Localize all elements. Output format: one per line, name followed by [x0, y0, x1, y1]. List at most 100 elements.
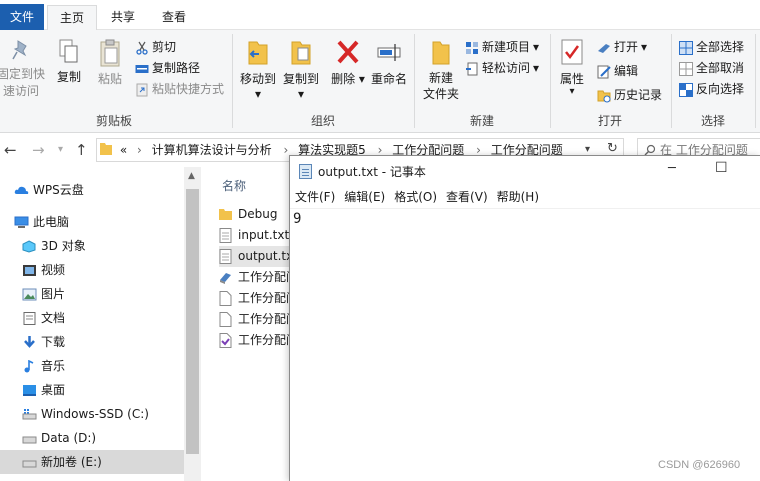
back-arrow-icon[interactable]: ←	[4, 141, 17, 159]
nav-item-music[interactable]: 音乐	[0, 354, 184, 378]
tab-view[interactable]: 查看	[150, 5, 198, 30]
move-to-icon	[248, 41, 268, 65]
scrollbar-thumb[interactable]	[186, 189, 199, 454]
picture-icon	[22, 288, 37, 300]
menu-edit[interactable]: 编辑(E)	[344, 186, 385, 208]
cut-button[interactable]: 剪切	[135, 37, 176, 58]
tab-home[interactable]: 主页	[47, 5, 97, 30]
tab-share[interactable]: 共享	[103, 5, 143, 30]
nav-item-downloads[interactable]: 下载	[0, 330, 184, 354]
open-button[interactable]: 打开 ▾	[597, 37, 647, 58]
pin-label-line2: 速访问	[2, 84, 39, 98]
recent-locations-chevron-icon[interactable]: ▾	[58, 144, 63, 155]
copy-label: 复制	[56, 70, 81, 84]
ribbon: 固定到快 速访问 复制 粘贴 剪切 复制路径 粘贴快捷方式 剪贴板 移动到 ▾ …	[0, 30, 760, 133]
nav-item-label: 3D 对象	[41, 239, 86, 253]
maximize-icon[interactable]: ☐	[715, 160, 728, 176]
easy-access-button[interactable]: 轻松访问 ▾	[465, 58, 539, 79]
new-folder-button[interactable]: 新建 文件夹	[420, 38, 462, 102]
pin-quick-access-button[interactable]: 固定到快 速访问	[0, 38, 46, 100]
copy-button[interactable]: 复制	[52, 38, 86, 85]
history-button[interactable]: 历史记录	[597, 85, 662, 106]
menu-view[interactable]: 查看(V)	[446, 186, 488, 208]
file-list: 名称 Debug input.txt output.txt 工作分配问题 工作分…	[203, 167, 303, 481]
notepad-title-bar[interactable]: output.txt - 记事本 ─ ☐	[290, 156, 760, 186]
nav-item-wps-cloud[interactable]: WPS云盘	[0, 178, 184, 202]
file-icon	[219, 312, 232, 327]
cube-icon	[22, 239, 36, 253]
nav-item-label: Windows-SSD (C:)	[41, 407, 149, 421]
nav-item-desktop[interactable]: 桌面	[0, 378, 184, 402]
breadcrumb-overflow[interactable]: «	[120, 143, 127, 157]
notepad-menu-bar: 文件(F) 编辑(E) 格式(O) 查看(V) 帮助(H)	[290, 186, 760, 208]
copy-to-button[interactable]: 复制到 ▾	[281, 38, 321, 101]
edit-icon	[597, 65, 611, 78]
nav-item-drive-d[interactable]: Data (D:)	[0, 426, 184, 450]
forward-arrow-icon[interactable]: →	[32, 141, 45, 159]
paste-button[interactable]: 粘贴	[92, 38, 128, 87]
select-all-button[interactable]: 全部选择	[679, 37, 744, 58]
notepad-content: 9	[293, 211, 302, 227]
new-item-button[interactable]: 新建项目 ▾	[465, 37, 539, 58]
copy-to-icon	[291, 41, 311, 65]
new-folder-icon	[432, 41, 450, 65]
nav-scrollbar[interactable]: ▲	[184, 167, 201, 481]
menu-file[interactable]: 文件(F)	[295, 186, 335, 208]
address-dropdown-icon[interactable]: ▾	[585, 144, 590, 155]
file-name: Debug	[238, 207, 278, 221]
column-header-name[interactable]: 名称	[222, 177, 246, 194]
copy-path-icon	[135, 64, 149, 73]
copy-path-label: 复制路径	[152, 61, 201, 75]
rename-button[interactable]: 重命名	[369, 38, 409, 87]
delete-x-icon	[337, 40, 359, 64]
paste-shortcut-label: 粘贴快捷方式	[152, 82, 225, 96]
nav-item-this-pc[interactable]: 此电脑	[0, 210, 184, 234]
pin-label-line1: 固定到快	[0, 67, 45, 81]
move-to-label: 移动到 ▾	[239, 72, 276, 101]
nav-item-drive-e[interactable]: 新加卷 (E:)	[0, 450, 184, 474]
download-arrow-icon	[24, 335, 35, 348]
music-note-icon	[24, 359, 34, 372]
drive-icon	[22, 436, 37, 443]
nav-item-3d-objects[interactable]: 3D 对象	[0, 234, 184, 258]
folder-icon	[219, 209, 232, 220]
nav-item-label: 视频	[41, 263, 66, 277]
folder-icon	[100, 143, 112, 155]
nav-item-drive-c[interactable]: Windows-SSD (C:)	[0, 402, 184, 426]
breadcrumb-item[interactable]: 计算机算法设计与分析	[152, 143, 272, 157]
scroll-up-icon[interactable]: ▲	[188, 171, 195, 181]
up-arrow-icon[interactable]: ↑	[75, 141, 88, 159]
invert-selection-label: 反向选择	[696, 82, 745, 96]
nav-item-label: WPS云盘	[33, 183, 84, 197]
paste-shortcut-button[interactable]: 粘贴快捷方式	[135, 79, 224, 100]
nav-item-videos[interactable]: 视频	[0, 258, 184, 282]
document-icon	[23, 311, 36, 325]
edit-button[interactable]: 编辑	[597, 61, 638, 82]
delete-label: 删除 ▾	[331, 72, 365, 86]
paste-shortcut-icon	[136, 83, 148, 96]
delete-button[interactable]: 删除 ▾	[331, 38, 365, 87]
group-divider	[755, 34, 756, 128]
copy-icon	[59, 39, 78, 63]
nav-item-documents[interactable]: 文档	[0, 306, 184, 330]
copy-path-button[interactable]: 复制路径	[135, 58, 200, 79]
select-none-button[interactable]: 全部取消	[679, 58, 744, 79]
nav-item-pictures[interactable]: 图片	[0, 282, 184, 306]
dropdown-arrow-icon: ▾	[533, 61, 540, 75]
tab-file[interactable]: 文件	[0, 4, 44, 30]
dropdown-arrow-icon: ▾	[641, 40, 648, 54]
minimize-icon[interactable]: ─	[668, 161, 676, 176]
properties-button[interactable]: 属性 ▾	[555, 38, 589, 97]
edit-label: 编辑	[614, 64, 639, 78]
easy-access-icon	[466, 62, 478, 75]
invert-selection-button[interactable]: 反向选择	[679, 79, 744, 100]
notepad-icon	[299, 164, 312, 179]
move-to-button[interactable]: 移动到 ▾	[238, 38, 278, 101]
open-group-label: 打开	[597, 114, 622, 128]
navigation-pane: WPS云盘 此电脑 3D 对象 视频 图片 文档 下载 音乐 桌面 Window…	[0, 167, 203, 481]
notepad-text-area[interactable]: 9	[290, 208, 760, 481]
menu-help[interactable]: 帮助(H)	[497, 186, 539, 208]
computer-icon	[14, 216, 29, 228]
menu-format[interactable]: 格式(O)	[394, 186, 437, 208]
refresh-icon[interactable]: ↻	[607, 141, 618, 156]
